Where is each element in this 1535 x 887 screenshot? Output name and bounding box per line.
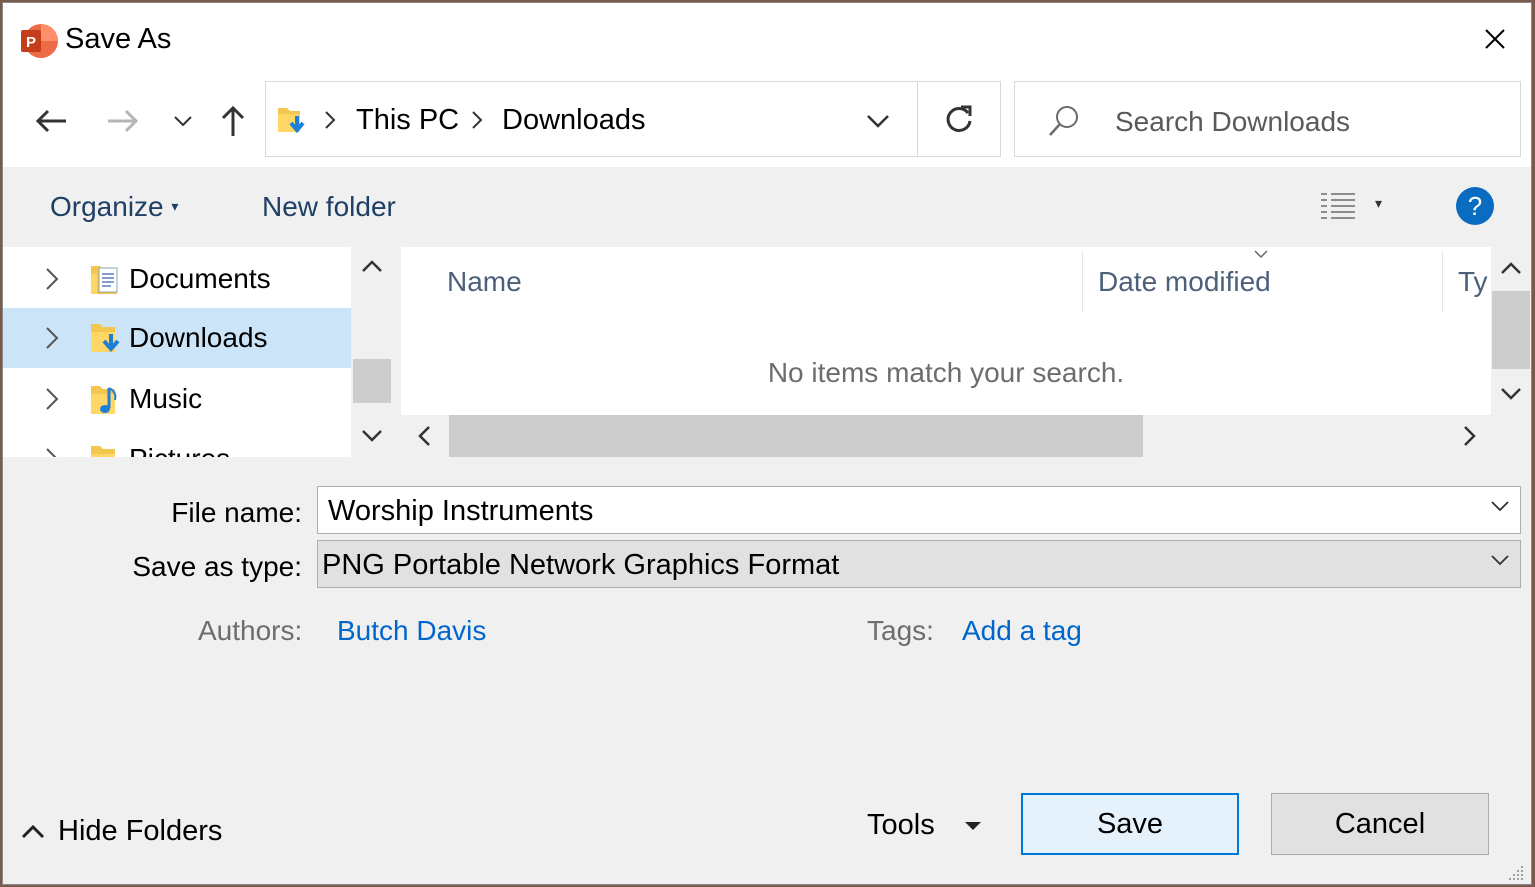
cancel-button[interactable]: Cancel (1271, 793, 1489, 855)
navigation-tree: Documents Downloads Music (3, 247, 351, 457)
scroll-down-icon[interactable] (1500, 387, 1522, 401)
breadcrumb-downloads[interactable]: Downloads (502, 104, 645, 137)
close-icon[interactable] (1477, 21, 1513, 57)
tree-item-label: Downloads (129, 322, 268, 353)
chevron-down-icon[interactable] (1490, 499, 1510, 513)
help-icon[interactable]: ? (1456, 187, 1494, 225)
address-dropdown-icon[interactable] (866, 114, 890, 128)
address-bar[interactable]: This PC Downloads (265, 81, 918, 157)
arrow-right-icon (108, 109, 139, 133)
tree-item-music[interactable]: Music (3, 370, 351, 428)
file-list-horizontal-scrollbar[interactable] (403, 415, 1491, 457)
save-as-type-value: PNG Portable Network Graphics Format (322, 549, 840, 581)
search-box[interactable]: Search Downloads (1014, 81, 1521, 157)
chevron-up-icon (21, 824, 45, 839)
refresh-icon (946, 105, 972, 132)
scroll-up-icon[interactable] (361, 259, 383, 273)
chevron-right-icon (325, 111, 336, 129)
organize-label: Organize (50, 191, 164, 222)
scroll-right-icon[interactable] (1463, 425, 1477, 447)
file-name-value: Worship Instruments (328, 495, 594, 527)
expand-chevron-icon[interactable] (45, 387, 59, 411)
tree-item-label: Music (129, 383, 203, 414)
file-name-label: File name: (171, 497, 302, 528)
tree-item-downloads[interactable]: Downloads (3, 308, 351, 368)
sort-indicator-icon (1254, 250, 1268, 259)
tools-button[interactable]: Tools (867, 809, 983, 842)
authors-label: Authors: (198, 615, 303, 646)
up-button[interactable] (211, 99, 255, 143)
music-folder-icon (91, 386, 117, 414)
column-header-date-modified[interactable]: Date modified (1098, 266, 1271, 298)
tree-item-documents[interactable]: Documents (3, 250, 351, 308)
tree-item-pictures[interactable]: Pictures (3, 430, 351, 457)
tree-item-label: Documents (129, 263, 271, 294)
expand-chevron-icon[interactable] (45, 447, 59, 457)
dialog-title: Save As (65, 23, 172, 55)
scroll-thumb[interactable] (1492, 291, 1530, 369)
navigation-bar: This PC Downloads Search Downloads (3, 79, 1531, 167)
search-icon (1049, 106, 1078, 136)
organize-button[interactable]: Organize ▾ (50, 191, 178, 223)
arrow-up-icon (221, 105, 245, 136)
tags-label: Tags: (867, 615, 934, 646)
new-folder-button[interactable]: New folder (262, 191, 396, 223)
recent-locations-button[interactable] (161, 99, 205, 143)
command-bar: Organize ▾ New folder ▾ ? (3, 167, 1531, 247)
column-header-type[interactable]: Ty (1458, 266, 1488, 298)
refresh-button[interactable] (918, 81, 1001, 157)
scroll-left-icon[interactable] (417, 425, 431, 447)
file-name-field[interactable]: Worship Instruments (317, 486, 1521, 534)
column-divider (1442, 251, 1443, 313)
save-as-dialog: P Save As This PC Downloads Search Downl… (2, 2, 1532, 885)
tools-label: Tools (867, 809, 935, 841)
view-options-dropdown-icon[interactable]: ▾ (1375, 195, 1382, 212)
view-details-icon[interactable] (1319, 191, 1357, 221)
hide-folders-label: Hide Folders (58, 815, 223, 847)
downloads-folder-icon (278, 108, 305, 134)
forward-button[interactable] (101, 99, 145, 143)
save-as-type-label: Save as type: (132, 551, 302, 582)
caret-down-icon (964, 822, 981, 831)
search-placeholder: Search Downloads (1115, 106, 1351, 137)
pictures-folder-icon (91, 446, 115, 457)
scroll-thumb[interactable] (449, 415, 1143, 457)
tree-item-label: Pictures (129, 443, 230, 457)
add-tag-link[interactable]: Add a tag (962, 615, 1082, 647)
documents-folder-icon (91, 266, 118, 294)
svg-text:P: P (26, 34, 36, 51)
column-header-name[interactable]: Name (447, 266, 522, 298)
scroll-down-icon[interactable] (361, 429, 383, 443)
title-bar: P Save As (3, 3, 1531, 79)
expand-chevron-icon[interactable] (45, 267, 59, 291)
resize-grip-icon[interactable] (1507, 864, 1525, 882)
scroll-thumb[interactable] (353, 359, 391, 403)
save-as-type-select[interactable]: PNG Portable Network Graphics Format (317, 540, 1521, 588)
scroll-up-icon[interactable] (1500, 261, 1522, 275)
expand-chevron-icon[interactable] (45, 326, 59, 350)
file-list: Name Date modified Ty No items match you… (401, 247, 1491, 415)
chevron-down-icon (174, 116, 192, 127)
arrow-left-icon (35, 109, 66, 133)
empty-message: No items match your search. (767, 357, 1125, 388)
back-button[interactable] (29, 99, 73, 143)
authors-link[interactable]: Butch Davis (337, 615, 486, 647)
caret-down-icon: ▾ (171, 198, 179, 214)
breadcrumb-this-pc[interactable]: This PC (356, 104, 459, 137)
column-divider (1082, 251, 1083, 313)
chevron-right-icon (472, 111, 483, 129)
save-button[interactable]: Save (1021, 793, 1239, 855)
downloads-folder-icon (91, 324, 120, 353)
powerpoint-icon: P (21, 24, 58, 58)
save-form: File name: Worship Instruments Save as t… (3, 457, 1531, 884)
tree-scrollbar[interactable] (351, 247, 393, 457)
file-list-vertical-scrollbar[interactable] (1491, 247, 1531, 415)
chevron-down-icon[interactable] (1490, 553, 1510, 567)
